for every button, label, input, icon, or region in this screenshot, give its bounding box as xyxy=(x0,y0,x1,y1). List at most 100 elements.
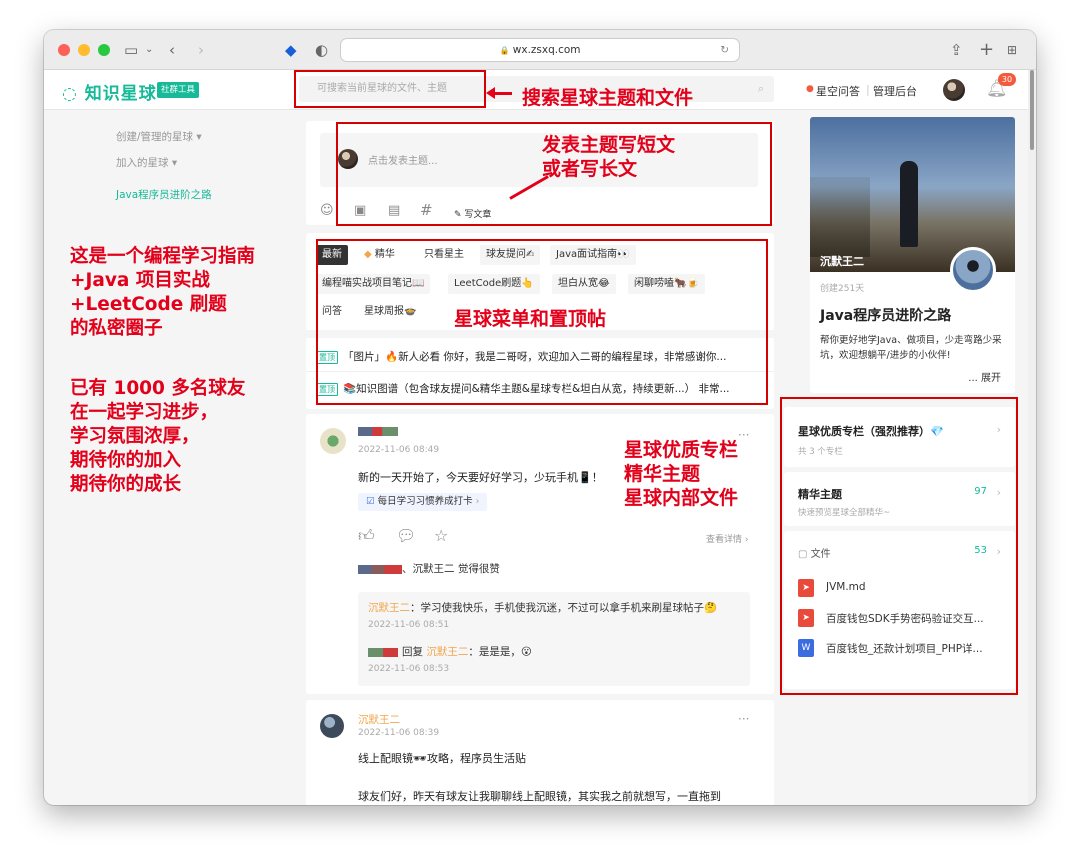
tab-latest[interactable]: 最新 xyxy=(316,245,348,265)
image-icon[interactable]: ▣ xyxy=(354,203,366,218)
annotation-search: 搜索星球主题和文件 xyxy=(522,87,694,109)
minimize-window-button[interactable] xyxy=(78,44,90,56)
logo-mark-icon: ◌ xyxy=(62,84,78,104)
emoji-icon[interactable]: ☺ xyxy=(320,203,334,218)
reload-icon[interactable]: ↻ xyxy=(720,39,729,61)
like-icon[interactable]: 👍︎ xyxy=(358,526,375,546)
post-author-avatar[interactable] xyxy=(320,714,344,738)
comment-author[interactable]: 沉默王二 xyxy=(426,646,468,658)
composer-card: 点击发表主题... ☺ ▣ ▤ # ✎ 写文章 xyxy=(306,121,774,225)
expand-link[interactable]: ... 展开 xyxy=(968,369,1001,384)
comment-2[interactable]: 回复 沉默王二：是是是，😮 xyxy=(368,644,532,659)
scroll-thumb[interactable] xyxy=(1030,70,1034,150)
zoom-window-button[interactable] xyxy=(98,44,110,56)
logo-tag: 社群工具 xyxy=(157,82,200,98)
planet-info-card: 沉默王二 创建251天 Java程序员进阶之路 帮你更好地学Java、做项目，少… xyxy=(810,117,1015,393)
comment-1[interactable]: 沉默王二：学习使我快乐，手机使我沉迷，不过可以拿手机来刷星球帖子🤔 xyxy=(368,600,717,615)
more-icon[interactable]: ··· xyxy=(738,712,749,726)
column-subtitle: 共 3 个专栏 xyxy=(798,447,843,457)
comment-text: ：是是是，😮 xyxy=(468,646,532,658)
search-icon[interactable]: ⌕ xyxy=(758,76,764,102)
logo[interactable]: ◌ 知识星球 xyxy=(62,79,157,104)
likes-text: 、沉默王二 觉得很赞 xyxy=(402,563,500,575)
search-placeholder: 可搜索当前星球的文件、主题 xyxy=(317,83,447,94)
chevron-down-icon[interactable]: ⌄ xyxy=(145,40,153,60)
extension-cube-icon[interactable]: ◆ xyxy=(285,40,297,60)
post-author-avatar[interactable] xyxy=(320,428,346,454)
owner-avatar[interactable] xyxy=(950,247,996,293)
tab-overview-icon[interactable]: ⊞ xyxy=(1007,40,1017,60)
tab-leetcode[interactable]: LeetCode刷题👆 xyxy=(448,274,540,294)
post-author-name[interactable] xyxy=(358,427,398,436)
more-icon[interactable]: ··· xyxy=(738,428,749,442)
column-title: 星球优质专栏（强烈推荐）💎 xyxy=(798,425,944,438)
annotation-community-3: 学习氛围浓厚， xyxy=(70,426,200,447)
close-window-button[interactable] xyxy=(58,44,70,56)
admin-link[interactable]: 管理后台 xyxy=(873,83,917,99)
post-topic-tag[interactable]: ☑ 每日学习习惯养成打卡 › xyxy=(358,493,488,511)
view-detail-link[interactable]: 查看详情 › xyxy=(706,532,748,545)
hashtag-icon[interactable]: # xyxy=(420,201,433,219)
diamond-icon: ◆ xyxy=(364,249,372,260)
annotation-post-1: 发表主题写短文 xyxy=(542,134,676,156)
essence-card[interactable]: 精华主题 快速预览星球全部精华~ 97 › xyxy=(784,472,1015,526)
comment-icon[interactable]: 💬︎ xyxy=(396,526,416,545)
tab-qa[interactable]: 问答 xyxy=(316,302,348,322)
write-article-button[interactable]: ✎ 写文章 xyxy=(454,207,491,220)
chevron-right-icon: › xyxy=(475,496,480,507)
share-icon[interactable]: ⇪ xyxy=(950,40,963,60)
file-item[interactable]: 百度钱包_还款计划项目_PHP详... xyxy=(826,641,996,656)
url-bar[interactable]: 🔒 wx.zsxq.com ↻ xyxy=(340,38,740,62)
files-title: 文件 xyxy=(810,549,831,560)
nav-active-planet[interactable]: Java程序员进阶之路 xyxy=(116,187,212,202)
planet-name: Java程序员进阶之路 xyxy=(820,308,952,324)
post-author-name[interactable]: 沉默王二 xyxy=(358,712,400,727)
planet-description: 帮你更好地学Java、做项目，少走弯路少采坑，欢迎想躺平/进步的小伙伴! xyxy=(820,335,1002,361)
tab-weekly[interactable]: 星球周报🍲 xyxy=(358,302,422,322)
back-icon[interactable]: ‹ xyxy=(169,40,175,60)
annotation-sidebar-1: 星球优质专栏 xyxy=(624,439,739,461)
nav-created-planets[interactable]: 创建/管理的星球 ▾ xyxy=(116,129,202,144)
tab-confessions[interactable]: 坦白从宽😂 xyxy=(552,274,616,294)
privacy-shield-icon[interactable]: ◐ xyxy=(315,40,328,60)
pinned-tag: 置顶 xyxy=(316,383,338,396)
lock-icon: 🔒 xyxy=(499,46,510,55)
composer-avatar xyxy=(338,149,358,169)
file-item[interactable]: 百度钱包SDK手势密码验证交互... xyxy=(826,611,996,626)
divider xyxy=(306,371,774,372)
new-tab-icon[interactable]: + xyxy=(979,40,994,60)
tab-chat[interactable]: 闲聊唠嗑🐂🍺 xyxy=(628,274,705,294)
sidebar-toggle-icon[interactable]: ▭ xyxy=(124,40,138,60)
owner-name[interactable]: 沉默王二 xyxy=(820,253,864,269)
file-item[interactable]: JVM.md xyxy=(826,581,996,593)
annotation-community-4: 期待你的加入 xyxy=(70,450,182,471)
star-icon[interactable]: ☆ xyxy=(434,526,448,545)
comment-author[interactable]: 沉默王二 xyxy=(368,602,410,614)
url-text: wx.zsxq.com xyxy=(512,44,581,56)
essence-count: 97 xyxy=(974,486,987,497)
files-header[interactable]: ▢ 文件 xyxy=(798,545,831,560)
post-text: 球友们好，昨天有球友让我聊聊线上配眼镜，其实我之前就想写，一直拖到 xyxy=(358,790,721,803)
likes-row: 、沉默王二 觉得很赞 xyxy=(358,561,500,576)
chevron-right-icon: › xyxy=(996,545,1001,558)
chevron-right-icon: › xyxy=(996,486,1001,499)
tab-owner-only[interactable]: 只看星主 xyxy=(418,245,470,265)
tab-essence-label: 精华 xyxy=(374,249,395,260)
nav-joined-planets[interactable]: 加入的星球 ▾ xyxy=(116,155,177,170)
tab-project-notes[interactable]: 编程喵实战项目笔记📖 xyxy=(316,274,431,294)
post-title: 线上配眼镜🕶攻略，程序员生活贴 xyxy=(358,752,526,765)
tab-java-interview[interactable]: Java面试指南👀 xyxy=(550,245,636,265)
composer-placeholder: 点击发表主题... xyxy=(368,156,438,167)
qa-link[interactable]: 星空问答 xyxy=(816,83,860,99)
forward-icon[interactable]: › xyxy=(198,40,204,60)
tab-member-questions[interactable]: 球友提问✍ xyxy=(480,245,541,265)
annotation-intro-1: 这是一个编程学习指南 xyxy=(70,246,256,267)
user-avatar[interactable] xyxy=(943,79,965,101)
notification-badge: 30 xyxy=(998,73,1016,86)
column-card[interactable]: 星球优质专栏（强烈推荐）💎 共 3 个专栏 › xyxy=(784,407,1015,467)
tab-essence[interactable]: ◆ 精华 xyxy=(358,245,401,265)
pinned-post-2[interactable]: 置顶 📚知识图谱（包含球友提问&精华主题&星球专栏&坦白从宽，持续更新...） 非… xyxy=(316,381,756,396)
page-scrollbar[interactable] xyxy=(1028,70,1036,805)
pinned-post-1[interactable]: 置顶 「图片」🔥新人必看 你好，我是二哥呀，欢迎加入二哥的编程星球，非常感谢你..… xyxy=(316,349,756,364)
file-icon[interactable]: ▤ xyxy=(388,203,400,218)
